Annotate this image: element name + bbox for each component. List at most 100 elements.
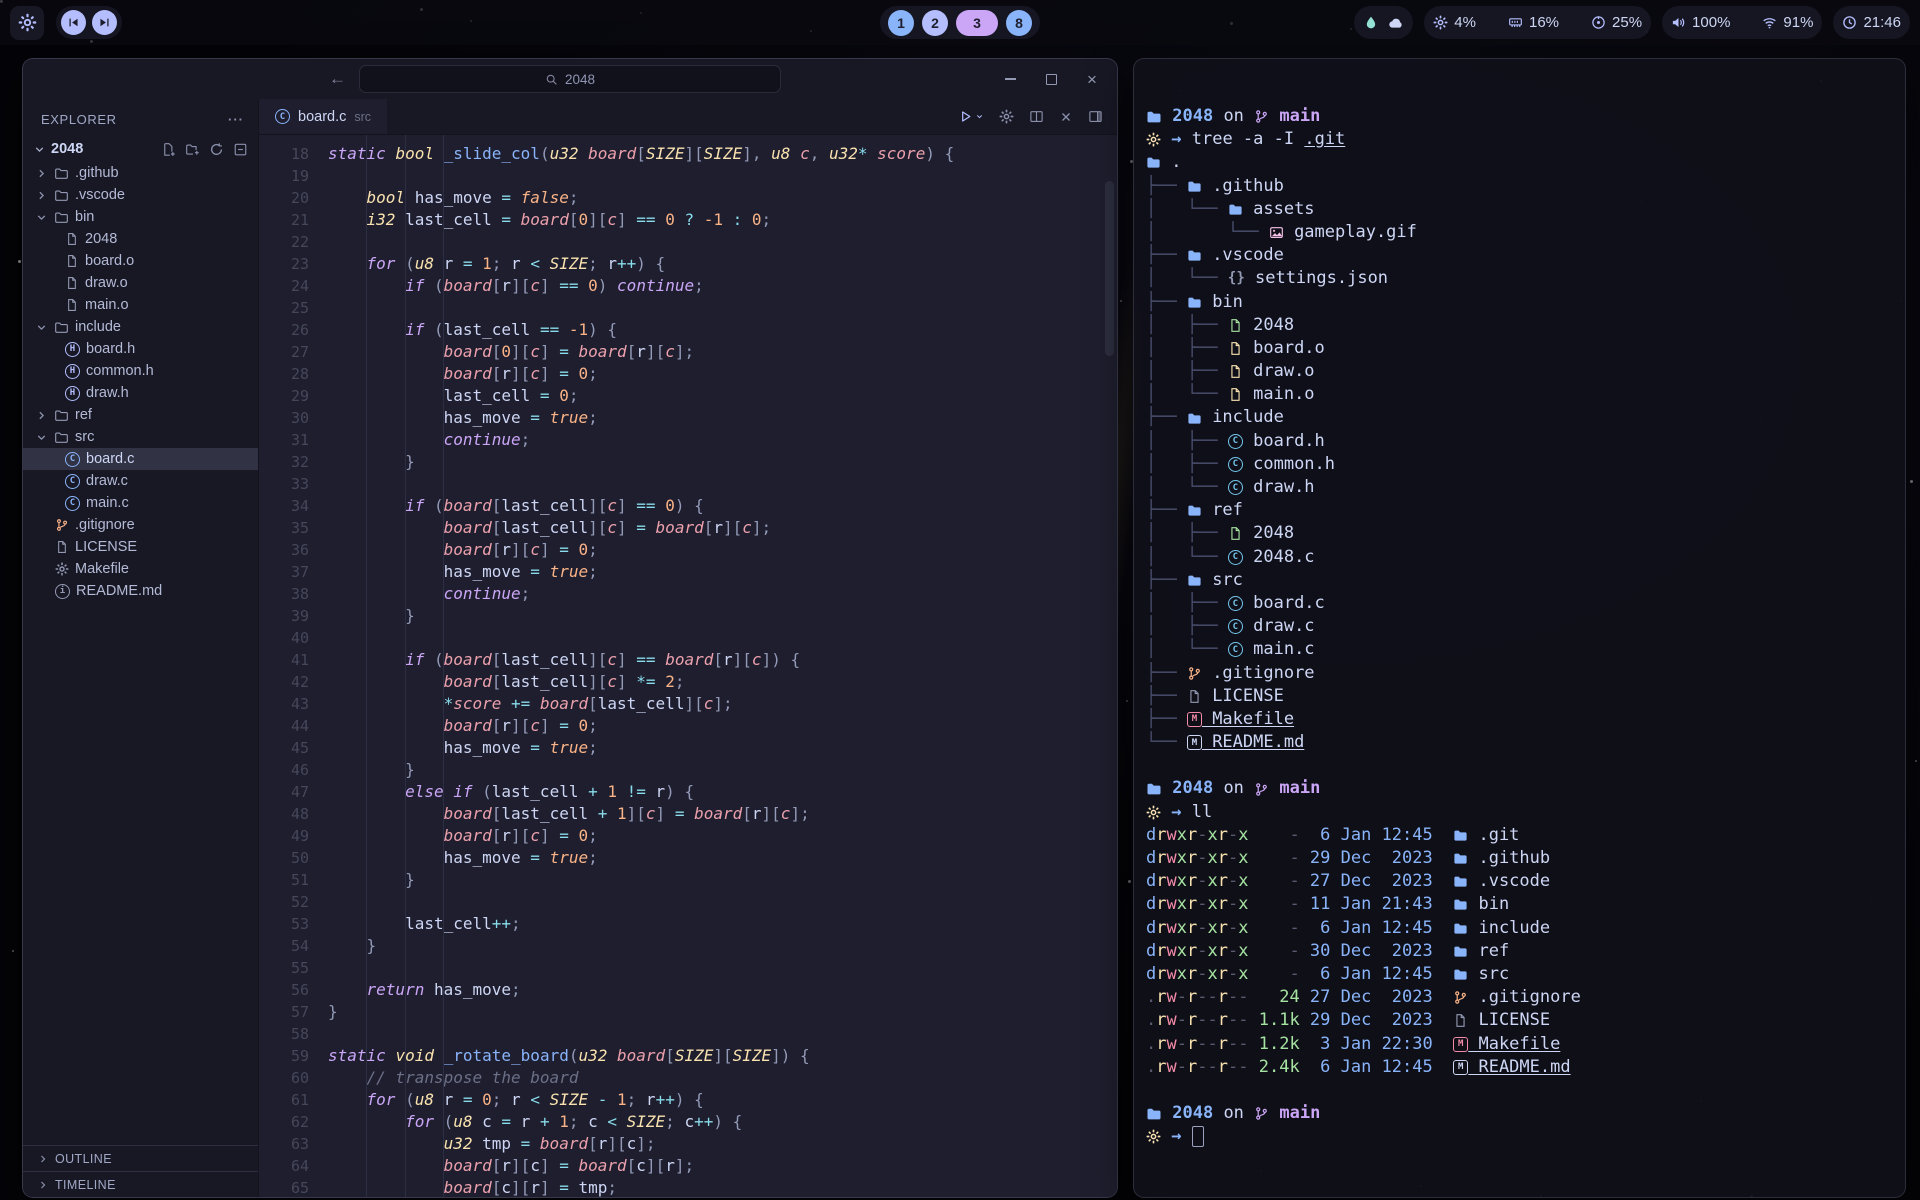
explorer-item-bin[interactable]: bin: [23, 206, 258, 228]
new-folder-button[interactable]: [185, 142, 200, 157]
explorer-item-src[interactable]: src: [23, 426, 258, 448]
code-line-41[interactable]: 41 if (board[last_cell][c] == board[r][c…: [259, 649, 1117, 671]
code-line-28[interactable]: 28 board[r][c] = 0;: [259, 363, 1117, 385]
launcher-button[interactable]: [10, 6, 44, 40]
code-line-51[interactable]: 51 }: [259, 869, 1117, 891]
code-line-59[interactable]: 59static void _rotate_board(u32 board[SI…: [259, 1045, 1117, 1067]
terminal-window[interactable]: 2048 on main → tree -a -I .git .├── .git…: [1133, 58, 1906, 1198]
explorer-item-draw.o[interactable]: draw.o: [23, 272, 258, 294]
code-line-29[interactable]: 29 last_cell = 0;: [259, 385, 1117, 407]
explorer-item-draw.c[interactable]: Cdraw.c: [23, 470, 258, 492]
explorer-root-folder[interactable]: 2048: [23, 136, 258, 162]
code-line-37[interactable]: 37 has_move = true;: [259, 561, 1117, 583]
minimize-button[interactable]: [1003, 72, 1017, 86]
toggle-panel-button[interactable]: [1088, 109, 1103, 124]
code-line-19[interactable]: 19: [259, 165, 1117, 187]
code-line-55[interactable]: 55: [259, 957, 1117, 979]
explorer-item-board.c[interactable]: Cboard.c: [23, 448, 258, 470]
scrollbar-thumb[interactable]: [1105, 181, 1114, 356]
explorer-item-2048[interactable]: 2048: [23, 228, 258, 250]
explorer-item-include[interactable]: include: [23, 316, 258, 338]
run-button[interactable]: [958, 109, 984, 124]
code-line-43[interactable]: 43 *score += board[last_cell][c];: [259, 693, 1117, 715]
explorer-item-board.h[interactable]: Hboard.h: [23, 338, 258, 360]
code-line-61[interactable]: 61 for (u8 r = 0; r < SIZE - 1; r++) {: [259, 1089, 1117, 1111]
code-line-18[interactable]: 18static bool _slide_col(u32 board[SIZE]…: [259, 143, 1117, 165]
audio-network-widget[interactable]: 100%91%: [1662, 6, 1822, 39]
tab-board-c[interactable]: C board.c src: [259, 99, 387, 134]
split-editor-button[interactable]: [1029, 109, 1044, 124]
workspace-1[interactable]: 1: [888, 10, 914, 36]
code-line-50[interactable]: 50 has_move = true;: [259, 847, 1117, 869]
code-line-35[interactable]: 35 board[last_cell][c] = board[r][c];: [259, 517, 1117, 539]
maximize-button[interactable]: [1044, 72, 1058, 86]
code-line-27[interactable]: 27 board[0][c] = board[r][c];: [259, 341, 1117, 363]
code-line-34[interactable]: 34 if (board[last_cell][c] == 0) {: [259, 495, 1117, 517]
media-prev-button[interactable]: [61, 10, 86, 35]
code-line-33[interactable]: 33: [259, 473, 1117, 495]
code-line-24[interactable]: 24 if (board[r][c] == 0) continue;: [259, 275, 1117, 297]
editor-settings-button[interactable]: [999, 109, 1014, 124]
command-center-search[interactable]: 2048: [359, 65, 781, 93]
explorer-item-main.o[interactable]: main.o: [23, 294, 258, 316]
explorer-item-Makefile[interactable]: Makefile: [23, 558, 258, 580]
code-line-22[interactable]: 22: [259, 231, 1117, 253]
code-line-63[interactable]: 63 u32 tmp = board[r][c];: [259, 1133, 1117, 1155]
workspace-3[interactable]: 3: [956, 10, 998, 36]
code-line-39[interactable]: 39 }: [259, 605, 1117, 627]
refresh-explorer-button[interactable]: [209, 142, 224, 157]
explorer-menu-button[interactable]: [228, 112, 244, 127]
explorer-item-common.h[interactable]: Hcommon.h: [23, 360, 258, 382]
code-line-56[interactable]: 56 return has_move;: [259, 979, 1117, 1001]
code-line-26[interactable]: 26 if (last_cell == -1) {: [259, 319, 1117, 341]
workspace-2[interactable]: 2: [922, 10, 948, 36]
media-next-button[interactable]: [92, 10, 117, 35]
explorer-item-ref[interactable]: ref: [23, 404, 258, 426]
code-line-65[interactable]: 65 board[c][r] = tmp;: [259, 1177, 1117, 1197]
code-line-25[interactable]: 25: [259, 297, 1117, 319]
editor-titlebar[interactable]: 2048: [23, 59, 1117, 99]
code-line-46[interactable]: 46 }: [259, 759, 1117, 781]
code-line-57[interactable]: 57}: [259, 1001, 1117, 1023]
explorer-item-.github[interactable]: .github: [23, 162, 258, 184]
code-line-32[interactable]: 32 }: [259, 451, 1117, 473]
outline-panel-header[interactable]: OUTLINE: [23, 1145, 258, 1171]
code-line-48[interactable]: 48 board[last_cell + 1][c] = board[r][c]…: [259, 803, 1117, 825]
code-editor[interactable]: 18static bool _slide_col(u32 board[SIZE]…: [259, 135, 1117, 1197]
code-line-52[interactable]: 52: [259, 891, 1117, 913]
code-line-58[interactable]: 58: [259, 1023, 1117, 1045]
explorer-item-board.o[interactable]: board.o: [23, 250, 258, 272]
close-editor-button[interactable]: [1059, 110, 1073, 124]
back-button[interactable]: [329, 69, 346, 89]
collapse-folders-button[interactable]: [233, 142, 248, 157]
code-line-64[interactable]: 64 board[r][c] = board[c][r];: [259, 1155, 1117, 1177]
code-line-44[interactable]: 44 board[r][c] = 0;: [259, 715, 1117, 737]
code-line-40[interactable]: 40: [259, 627, 1117, 649]
code-line-21[interactable]: 21 i32 last_cell = board[0][c] == 0 ? -1…: [259, 209, 1117, 231]
close-button[interactable]: [1085, 72, 1099, 86]
explorer-item-draw.h[interactable]: Hdraw.h: [23, 382, 258, 404]
explorer-item-.gitignore[interactable]: .gitignore: [23, 514, 258, 536]
code-line-20[interactable]: 20 bool has_move = false;: [259, 187, 1117, 209]
explorer-item-.vscode[interactable]: .vscode: [23, 184, 258, 206]
code-line-23[interactable]: 23 for (u8 r = 1; r < SIZE; r++) {: [259, 253, 1117, 275]
code-line-47[interactable]: 47 else if (last_cell + 1 != r) {: [259, 781, 1117, 803]
clock-widget[interactable]: 21:46: [1833, 6, 1910, 39]
code-line-36[interactable]: 36 board[r][c] = 0;: [259, 539, 1117, 561]
weather-widget[interactable]: [1354, 6, 1413, 39]
explorer-item-README.md[interactable]: iREADME.md: [23, 580, 258, 602]
code-line-30[interactable]: 30 has_move = true;: [259, 407, 1117, 429]
code-line-49[interactable]: 49 board[r][c] = 0;: [259, 825, 1117, 847]
code-line-62[interactable]: 62 for (u8 c = r + 1; c < SIZE; c++) {: [259, 1111, 1117, 1133]
explorer-item-LICENSE[interactable]: LICENSE: [23, 536, 258, 558]
code-line-31[interactable]: 31 continue;: [259, 429, 1117, 451]
new-file-button[interactable]: [161, 142, 176, 157]
code-line-54[interactable]: 54 }: [259, 935, 1117, 957]
code-line-60[interactable]: 60 // transpose the board: [259, 1067, 1117, 1089]
timeline-panel-header[interactable]: TIMELINE: [23, 1171, 258, 1197]
explorer-item-main.c[interactable]: Cmain.c: [23, 492, 258, 514]
system-monitor-widget[interactable]: 4%16%25%: [1424, 6, 1651, 39]
code-line-53[interactable]: 53 last_cell++;: [259, 913, 1117, 935]
workspace-8[interactable]: 8: [1006, 10, 1032, 36]
code-line-38[interactable]: 38 continue;: [259, 583, 1117, 605]
